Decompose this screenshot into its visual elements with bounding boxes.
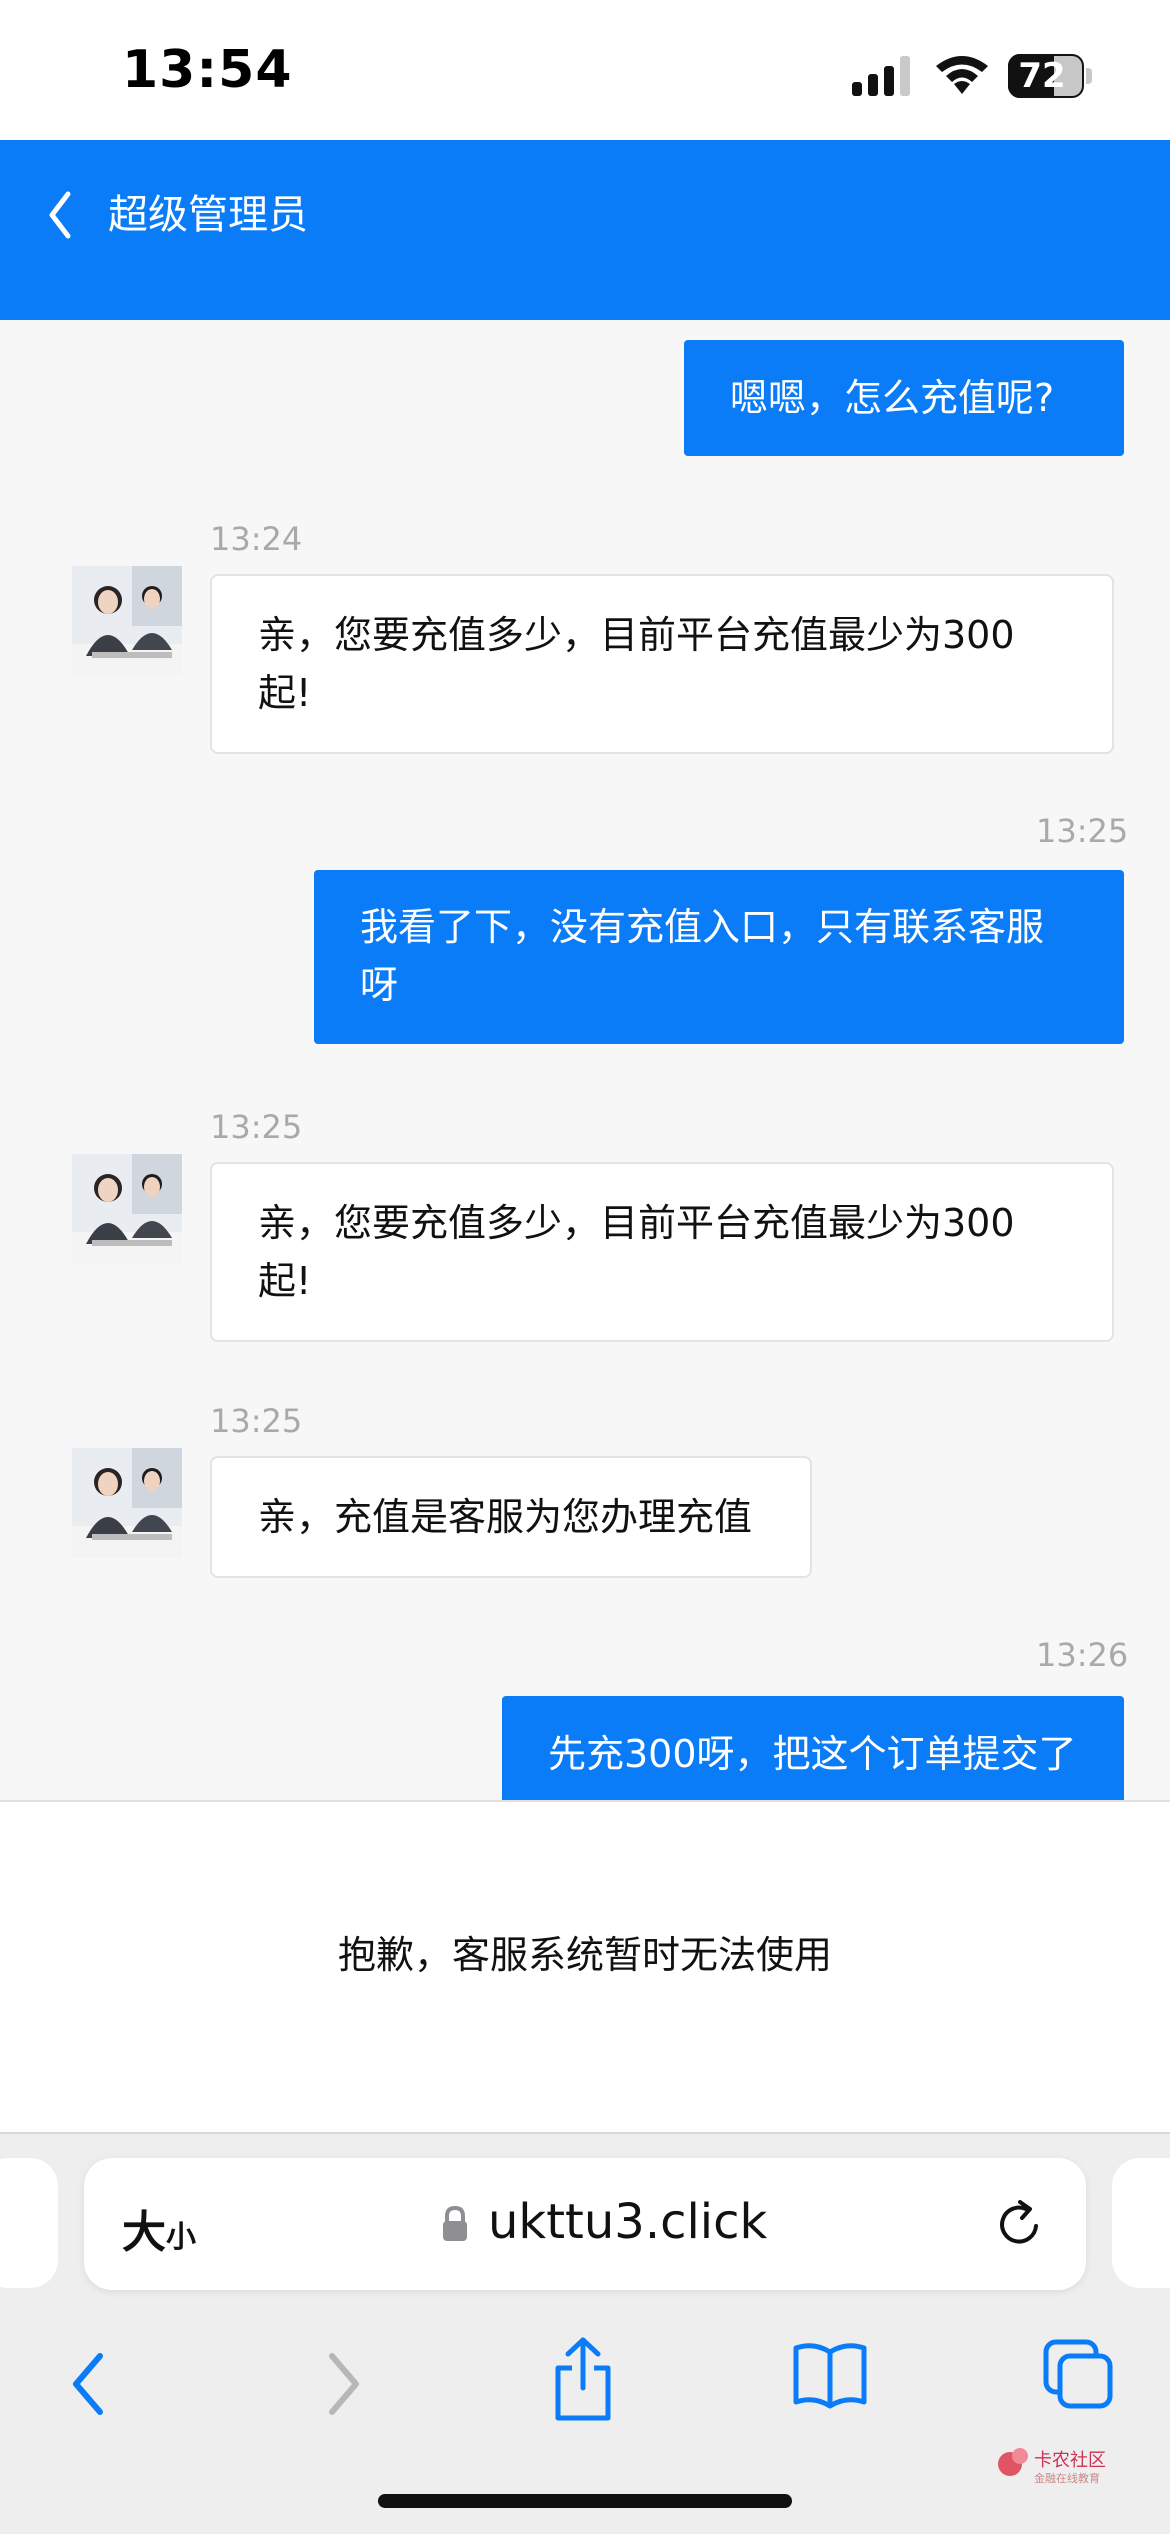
- message-text: 呀: [360, 963, 399, 1007]
- chat-bubble-outgoing: 先充300呀，把这个订单提交了: [502, 1696, 1124, 1800]
- status-bar: 13:54 72: [0, 0, 1170, 140]
- avatar: [72, 566, 182, 676]
- chat-area[interactable]: 嗯嗯，怎么充值呢? 13:24 亲，您要充值多少，目前平台充值最少为300 起!…: [0, 320, 1170, 1800]
- message-timestamp: 13:25: [210, 1402, 303, 1440]
- tabs-icon[interactable]: [1040, 2336, 1116, 2412]
- reload-icon[interactable]: [992, 2196, 1048, 2252]
- customer-service-avatar-icon: [72, 566, 182, 676]
- customer-service-avatar-icon: [72, 1448, 182, 1558]
- message-text: 亲，充值是客服为您办理充值: [258, 1495, 753, 1539]
- customer-service-avatar-icon: [72, 1154, 182, 1264]
- status-time: 13:54: [122, 40, 293, 100]
- chevron-left-icon[interactable]: [36, 180, 86, 250]
- message-text: 亲，您要充值多少，目前平台充值最少为300: [258, 1201, 1015, 1245]
- browser-bar: 大小 ukttu3.click 卡农社区 金融在线教育: [0, 2132, 1170, 2534]
- avatar: [72, 1448, 182, 1558]
- wifi-icon: [936, 56, 988, 94]
- battery-percent: 72: [1018, 56, 1066, 96]
- url-text[interactable]: ukttu3.click: [488, 2194, 767, 2250]
- notice-text: 抱歉，客服系统暂时无法使用: [337, 1933, 832, 1977]
- message-text: 起!: [258, 671, 312, 715]
- home-indicator: [378, 2494, 792, 2508]
- message-timestamp: 13:24: [210, 520, 303, 558]
- message-text: 起!: [258, 1259, 312, 1303]
- message-timestamp: 13:26: [1036, 1636, 1129, 1674]
- message-timestamp: 13:25: [210, 1108, 303, 1146]
- chat-bubble-incoming: 亲，充值是客服为您办理充值: [210, 1456, 812, 1578]
- bookmarks-icon[interactable]: [790, 2340, 870, 2410]
- header-title: 超级管理员: [108, 192, 308, 238]
- browser-toolbar: [0, 2314, 1170, 2434]
- text-size-small: 小: [166, 2220, 196, 2255]
- message-text: 亲，您要充值多少，目前平台充值最少为300: [258, 613, 1015, 657]
- signal-icon: [852, 56, 910, 96]
- share-icon[interactable]: [548, 2334, 618, 2424]
- forward-icon[interactable]: [312, 2344, 372, 2424]
- text-size-big: 大: [122, 2207, 166, 2258]
- chat-bubble-outgoing: 嗯嗯，怎么充值呢?: [684, 340, 1124, 456]
- battery-icon: 72: [1008, 54, 1084, 98]
- service-unavailable-notice: 抱歉，客服系统暂时无法使用: [0, 1800, 1170, 2134]
- message-timestamp: 13:25: [1036, 812, 1129, 850]
- chat-bubble-incoming: 亲，您要充值多少，目前平台充值最少为300 起!: [210, 574, 1114, 754]
- watermark-subtext: 金融在线教育: [1034, 2472, 1100, 2485]
- next-tab-preview[interactable]: [1112, 2158, 1170, 2288]
- message-text: 我看了下，没有充值入口，只有联系客服: [360, 905, 1045, 949]
- message-text: 嗯嗯，怎么充值呢?: [730, 376, 1055, 420]
- chat-bubble-incoming: 亲，您要充值多少，目前平台充值最少为300 起!: [210, 1162, 1114, 1342]
- chat-header: 超级管理员: [0, 140, 1170, 320]
- avatar: [72, 1154, 182, 1264]
- chat-bubble-outgoing: 我看了下，没有充值入口，只有联系客服 呀: [314, 870, 1124, 1044]
- previous-tab-preview[interactable]: [0, 2158, 58, 2288]
- address-bar[interactable]: 大小 ukttu3.click: [84, 2158, 1086, 2290]
- lock-icon: [443, 2205, 467, 2241]
- message-text: 先充300呀，把这个订单提交了: [548, 1732, 1077, 1776]
- text-size-button[interactable]: 大小: [122, 2196, 196, 2260]
- watermark-text: 卡农社区: [1034, 2450, 1106, 2471]
- back-icon[interactable]: [60, 2344, 120, 2424]
